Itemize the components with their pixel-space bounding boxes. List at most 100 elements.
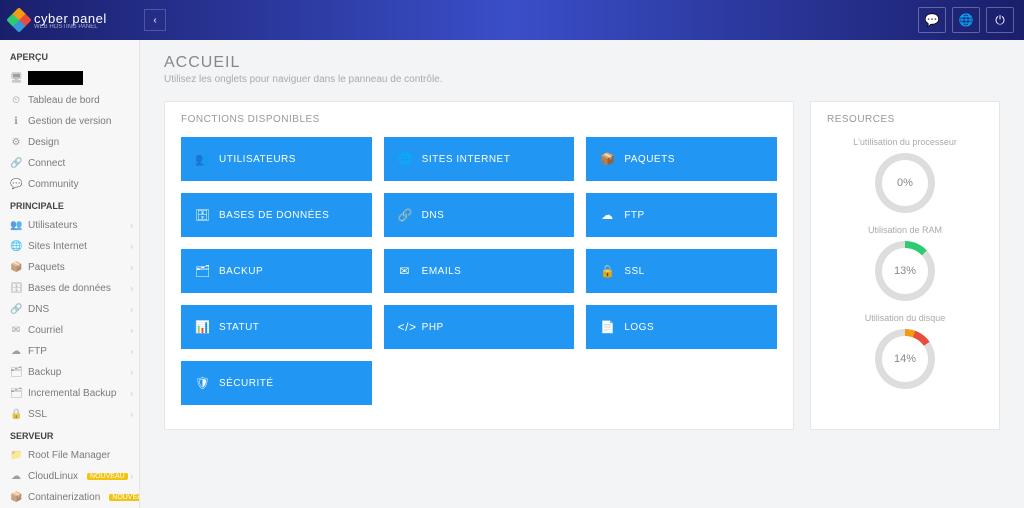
sidebar-item[interactable]: 💬 Community — [0, 174, 139, 195]
function-tile[interactable]: ✉EMAILS — [384, 249, 575, 293]
function-tile[interactable]: 🗄 BASES DE DONNÉES — [181, 193, 372, 237]
menu-group-header: SERVEUR — [0, 425, 139, 445]
sidebar: APERÇU🖥⏲Tableau de bord ℹ Gestion de versi… — [0, 40, 140, 508]
tile-label: PAQUETS — [624, 154, 675, 165]
tile-label: EMAILS — [422, 266, 462, 277]
menu-item-icon: 💬 — [10, 179, 22, 190]
function-tile[interactable]: 📄LOGS — [586, 305, 777, 349]
tile-label: LOGS — [624, 322, 654, 333]
tile-icon: 📊 — [195, 320, 209, 334]
menu-item-label: Incremental Backup — [28, 388, 116, 399]
tile-icon: 🗄 — [195, 208, 209, 222]
gauge-value: 0% — [882, 160, 928, 206]
menu-item-label: Connect — [28, 158, 65, 169]
sidebar-item[interactable]: 📦ContainerizationNOUVEAU› — [0, 487, 139, 508]
tile-label: STATUT — [219, 322, 259, 333]
menu-group-header: APERÇU — [0, 46, 139, 66]
menu-item-label: Paquets — [28, 262, 65, 273]
menu-item-label: Courriel — [28, 325, 63, 336]
chevron-right-icon: › — [130, 368, 133, 377]
sidebar-item[interactable]: ✉ Courriel › — [0, 320, 139, 341]
function-tile[interactable]: 🔒SSL — [586, 249, 777, 293]
chevron-left-icon: ‹ — [153, 15, 156, 26]
sidebar-item[interactable]: 🗂Backup› — [0, 362, 139, 383]
resources-list: L'utilisation du processeur0%Utilisation… — [827, 137, 983, 389]
menu-item-label: CloudLinux — [28, 471, 78, 482]
sidebar-item[interactable]: ☁FTP› — [0, 341, 139, 362]
gauge-value: 13% — [882, 248, 928, 294]
menu-item-label: Design — [28, 137, 59, 148]
function-tile[interactable]: 🌐 SITES INTERNET — [384, 137, 575, 181]
menu-item-label: Containerization — [28, 492, 100, 503]
tile-icon: 🛡 — [195, 376, 209, 390]
chevron-right-icon: › — [130, 410, 133, 419]
menu-item-icon: ⏲ — [10, 95, 22, 106]
sidebar-item[interactable]: 🔒SSL› — [0, 404, 139, 425]
function-tile[interactable]: 🗂BACKUP — [181, 249, 372, 293]
menu-item-label: SSL — [28, 409, 47, 420]
menu-item-icon: 📦 — [10, 492, 22, 503]
new-badge: NOUVEAU — [109, 494, 140, 501]
content: ACCUEIL Utilisez les onglets pour navigu… — [140, 40, 1024, 508]
menu-item-icon: ℹ — [10, 116, 22, 127]
menu-item-label: Gestion de version — [28, 116, 111, 127]
function-tile[interactable]: 📦 PAQUETS — [586, 137, 777, 181]
sidebar-collapse-button[interactable]: ‹ — [144, 9, 166, 31]
tile-icon: 📦 — [600, 152, 614, 166]
new-badge: NOUVEAU — [87, 473, 128, 480]
function-tile[interactable]: ☁FTP — [586, 193, 777, 237]
functions-panel-title: FONCTIONS DISPONIBLES — [181, 114, 777, 125]
globe-icon: 🌐 — [959, 13, 974, 27]
sidebar-item[interactable]: 🔗DNS› — [0, 299, 139, 320]
menu-item-icon: 📦 — [10, 262, 22, 273]
resource-gauge: 0% — [875, 153, 935, 213]
resources-panel: RESOURCES L'utilisation du processeur0%U… — [810, 101, 1000, 430]
sidebar-item[interactable]: 🌐Sites Internet› — [0, 236, 139, 257]
chevron-right-icon: › — [130, 472, 133, 481]
chevron-right-icon: › — [130, 242, 133, 251]
tile-label: BASES DE DONNÉES — [219, 210, 329, 221]
resource-label: Utilisation du disque — [827, 313, 983, 323]
power-button[interactable]: ⏻ — [986, 7, 1014, 33]
menu-item-icon: 🔗 — [10, 304, 22, 315]
sidebar-item[interactable]: 🗄Bases de données› — [0, 278, 139, 299]
menu-item-label: Sites Internet — [28, 241, 87, 252]
tile-label: UTILISATEURS — [219, 154, 296, 165]
sidebar-item[interactable]: 🖥 — [0, 66, 139, 90]
function-tiles: 👥UTILISATEURS 🌐 SITES INTERNET 📦 PAQUETS 🗄 BAS… — [181, 137, 777, 405]
function-tile[interactable]: 👥UTILISATEURS — [181, 137, 372, 181]
brand[interactable]: cyber panel WEB HOSTING PANEL — [0, 11, 140, 30]
chevron-right-icon: › — [130, 326, 133, 335]
menu-item-icon: ✉ — [10, 325, 22, 336]
resource-label: Utilisation de RAM — [827, 225, 983, 235]
sidebar-item[interactable]: ⏲Tableau de bord — [0, 90, 139, 111]
tile-icon: </> — [398, 320, 412, 334]
menu-item-label: DNS — [28, 304, 49, 315]
language-button[interactable]: 🌐 — [952, 7, 980, 33]
sidebar-item[interactable]: 🗂Incremental Backup› — [0, 383, 139, 404]
sidebar-item[interactable]: 📦 Paquets › — [0, 257, 139, 278]
sidebar-item[interactable]: ℹ Gestion de version — [0, 111, 139, 132]
sidebar-item[interactable]: 📁Root File Manager — [0, 445, 139, 466]
function-tile[interactable]: 🛡SÉCURITÉ — [181, 361, 372, 405]
chevron-right-icon: › — [130, 347, 133, 356]
tile-icon: 🔗 — [398, 208, 412, 222]
sidebar-item[interactable]: ⚙Design — [0, 132, 139, 153]
menu-item-label: Community — [28, 179, 79, 190]
tile-label: PHP — [422, 322, 444, 333]
functions-panel: FONCTIONS DISPONIBLES 👥UTILISATEURS 🌐 SITE… — [164, 101, 794, 430]
chevron-right-icon: › — [130, 263, 133, 272]
topbar-actions: 💬 🌐 ⏻ — [918, 0, 1014, 40]
menu-item-label: Bases de données — [28, 283, 111, 294]
sidebar-item[interactable]: ☁CloudLinuxNOUVEAU› — [0, 466, 139, 487]
tile-label: SITES INTERNET — [422, 154, 511, 165]
chat-button[interactable]: 💬 — [918, 7, 946, 33]
function-tile[interactable]: </> PHP — [384, 305, 575, 349]
tile-icon: 🌐 — [398, 152, 412, 166]
sidebar-item[interactable]: 👥Utilisateurs› — [0, 215, 139, 236]
sidebar-item[interactable]: 🔗 Connect — [0, 153, 139, 174]
chevron-right-icon: › — [130, 389, 133, 398]
menu-item-icon: 🔗 — [10, 158, 22, 169]
function-tile[interactable]: 📊 STATUT — [181, 305, 372, 349]
function-tile[interactable]: 🔗DNS — [384, 193, 575, 237]
